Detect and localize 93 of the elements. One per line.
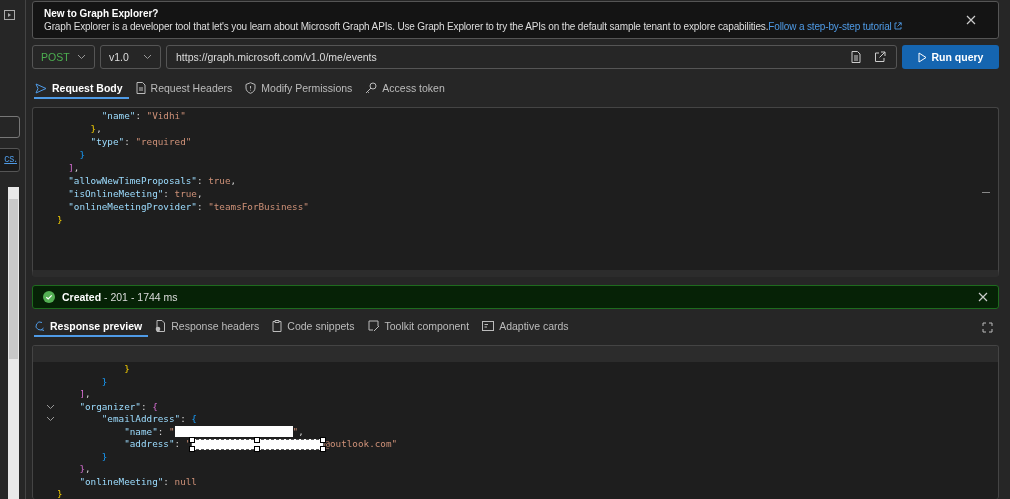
banner-text: Graph Explorer is a developer tool that let's you learn about Microsoft Graph APIs. Use Graph Explorer to try the APIs on the default sample tenant to explore capabilities. (44, 21, 769, 32)
json-punctuation: , (85, 388, 91, 401)
json-bracket: { (191, 413, 197, 426)
json-key: "name" (57, 109, 136, 122)
tutorial-link[interactable]: Follow a step-by-step tutorial (768, 21, 903, 32)
json-punctuation: , (230, 174, 237, 187)
json-bracket: } (78, 463, 85, 476)
send-icon (35, 82, 47, 94)
status-message: Created - 201 - 1744 ms (62, 291, 179, 303)
json-punctuation: : (196, 200, 204, 213)
expand-icon[interactable] (982, 321, 993, 333)
key-icon (365, 82, 378, 94)
json-punctuation: : (174, 438, 182, 451)
json-punctuation: , (73, 161, 80, 174)
json-punctuation: : (140, 400, 148, 413)
card-icon (482, 321, 495, 331)
json-bracket: ] (67, 161, 74, 174)
json-key: "onlineMeetingProvider" (57, 200, 197, 213)
url-bar[interactable]: https://graph.microsoft.com/v1.0/me/events (166, 45, 897, 69)
json-key: "organizer" (57, 400, 141, 413)
json-value: " (168, 425, 175, 438)
json-key: "allowNewTimeProposals" (57, 174, 197, 187)
chevron-down-icon[interactable] (45, 403, 55, 410)
response-tab[interactable]: Toolkit component (366, 317, 476, 337)
json-punctuation: , (96, 122, 102, 135)
request-tab[interactable]: Modify Permissions (244, 79, 359, 99)
json-key: "name" (57, 425, 158, 438)
url-field[interactable]: https://graph.microsoft.com/v1.0/me/events (176, 51, 838, 63)
json-bracket: } (78, 148, 85, 161)
json-key: "type" (57, 135, 125, 148)
json-punctuation: , (85, 463, 91, 476)
response-tab[interactable]: Response headers (154, 317, 266, 337)
json-key: "onlineMeeting" (57, 475, 164, 488)
shield-icon (245, 82, 257, 94)
sidebar-button[interactable] (0, 116, 20, 138)
close-icon[interactable] (978, 292, 988, 302)
method-dropdown[interactable]: POST (32, 45, 95, 69)
chevron-down-icon (143, 54, 152, 60)
json-key: "address" (57, 438, 175, 451)
json-value: "teamsForBusiness" (208, 200, 309, 213)
json-value: @outlook.com" (324, 438, 398, 451)
document-icon (155, 320, 167, 332)
sidebar-toggle-icon[interactable] (4, 10, 15, 20)
json-bracket: { (152, 400, 158, 413)
json-punctuation: : (157, 425, 165, 438)
request-body-editor[interactable]: "name": "Vidhi" }, "type": "required" } ], "allowNewTimeProposals": true, "isOnlineMeeting": true, "onlineMeetingProvider": "teamsForBusiness" } (32, 107, 999, 277)
scrollbar[interactable] (8, 187, 19, 499)
json-bracket: } (100, 450, 108, 463)
json-punctuation: , (196, 187, 203, 200)
request-tab[interactable]: Access token (364, 79, 451, 99)
json-bracket: } (57, 488, 63, 499)
json-punctuation: : (163, 187, 170, 200)
json-value: null (174, 475, 197, 488)
banner-title: New to Graph Explorer? (44, 7, 160, 20)
edit-icon (367, 320, 380, 332)
json-value: " (292, 425, 299, 438)
json-punctuation: : (135, 109, 142, 122)
json-value: "required" (135, 135, 192, 148)
json-punctuation: , (298, 425, 304, 438)
run-query-button[interactable]: Run query (902, 45, 999, 69)
request-tab[interactable]: Request Headers (134, 79, 239, 99)
json-punctuation: : (196, 174, 204, 187)
chevron-down-icon[interactable] (45, 416, 55, 423)
json-value: true (174, 187, 197, 200)
response-tab[interactable]: Adaptive cards (481, 317, 575, 337)
json-value: true (208, 174, 231, 187)
json-value: "Vidhi" (146, 109, 186, 122)
json-bracket: ] (78, 388, 85, 401)
share-icon[interactable] (874, 51, 886, 63)
success-check-icon (43, 291, 55, 303)
document-icon[interactable] (851, 51, 861, 63)
chevron-down-icon (77, 54, 86, 60)
document-icon (135, 82, 146, 94)
request-tab[interactable]: Request Body (34, 79, 129, 99)
json-bracket: } (100, 375, 108, 388)
json-bracket: } (89, 122, 97, 135)
response-tab[interactable]: Code snippets (271, 317, 361, 337)
json-key: "isOnlineMeeting" (57, 187, 164, 200)
json-punctuation: : (180, 413, 187, 426)
redaction-box[interactable] (191, 438, 325, 450)
version-dropdown[interactable]: v1.0 (100, 45, 161, 69)
play-icon (917, 51, 927, 63)
json-punctuation: : (124, 135, 131, 148)
clipboard-icon (272, 320, 283, 332)
json-bracket: } (57, 213, 63, 226)
json-punctuation: : (163, 475, 170, 488)
close-icon[interactable] (966, 15, 976, 25)
external-link-icon (894, 22, 903, 30)
json-key: "emailAddress" (57, 413, 181, 426)
refresh-icon (35, 320, 45, 332)
json-bracket: } (123, 363, 130, 376)
json-value: " (185, 438, 192, 451)
response-tab[interactable]: Response preview (34, 317, 149, 337)
